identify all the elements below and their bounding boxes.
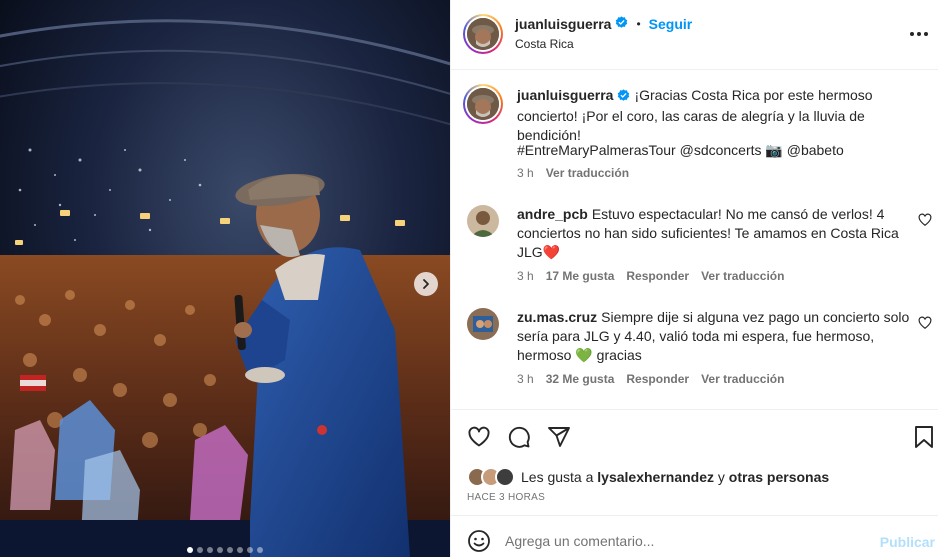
carousel-dot [227, 547, 233, 553]
author-username[interactable]: juanluisguerra [515, 16, 611, 32]
comment-translate-link[interactable]: Ver traducción [701, 269, 784, 283]
comment-reply-button[interactable]: Responder [626, 269, 689, 283]
caption-translate-link[interactable]: Ver traducción [546, 166, 629, 180]
comment-reply-button[interactable]: Responder [626, 372, 689, 386]
comment-likes-count[interactable]: 17 Me gusta [546, 269, 615, 283]
share-button[interactable] [546, 424, 572, 450]
follow-button[interactable]: Seguir [649, 16, 693, 32]
verified-badge-icon [615, 16, 628, 32]
comment-meta: 3 h 32 Me gusta Responder Ver traducción [517, 372, 784, 386]
carousel-dots [0, 547, 450, 553]
header-separator: • [636, 17, 641, 31]
comment-like-heart-icon[interactable] [918, 316, 932, 330]
commenter-avatar[interactable] [467, 205, 499, 237]
carousel-dot [187, 547, 193, 553]
like-button[interactable] [466, 424, 492, 450]
comment-username[interactable]: andre_pcb [517, 206, 588, 222]
likes-others-link[interactable]: otras personas [729, 469, 829, 485]
comment-time[interactable]: 3 h [517, 269, 534, 283]
author-avatar[interactable] [463, 14, 503, 54]
caption-meta: 3 h Ver traducción [517, 166, 629, 180]
carousel-dot [197, 547, 203, 553]
comment-icon [508, 426, 530, 448]
comment-button[interactable] [506, 424, 532, 450]
post-header: juanluisguerra • Seguir Costa Rica [451, 0, 938, 70]
likes-summary: Les gusta a lysalexhernandez y otras per… [467, 467, 829, 487]
comment-translate-link[interactable]: Ver traducción [701, 372, 784, 386]
chevron-right-icon [423, 279, 429, 289]
caption-tags[interactable]: #EntreMaryPalmerasTour @sdconcerts 📷 @ba… [517, 141, 922, 160]
comment-like-heart-icon[interactable] [918, 213, 932, 227]
comment-likes-count[interactable]: 32 Me gusta [546, 372, 615, 386]
commenter-avatar[interactable] [467, 308, 499, 340]
concert-photo [0, 0, 450, 557]
heart-icon [468, 426, 490, 447]
carousel-dot [207, 547, 213, 553]
comment-username[interactable]: zu.mas.cruz [517, 309, 597, 325]
carousel-dot [237, 547, 243, 553]
emoji-icon[interactable] [467, 529, 491, 553]
action-bar: Les gusta a lysalexhernandez y otras per… [451, 409, 938, 515]
post-location[interactable]: Costa Rica [515, 37, 574, 51]
verified-badge-icon [617, 88, 630, 107]
share-icon [548, 427, 570, 447]
bookmark-icon [915, 426, 933, 448]
post-time-ago[interactable]: HACE 3 HORAS [467, 492, 545, 503]
carousel-dot [247, 547, 253, 553]
comment-input[interactable] [505, 526, 865, 556]
save-button[interactable] [911, 424, 937, 450]
carousel-dot [217, 547, 223, 553]
caption-username[interactable]: juanluisguerra [517, 87, 613, 103]
publish-button[interactable]: Publicar [880, 534, 935, 550]
likes-user-link[interactable]: lysalexhernandez [597, 469, 714, 485]
caption-avatar[interactable] [463, 84, 503, 124]
comment-meta: 3 h 17 Me gusta Responder Ver traducción [517, 269, 784, 283]
liker-avatars[interactable] [467, 467, 515, 487]
caption-time[interactable]: 3 h [517, 166, 534, 180]
more-options-button[interactable] [907, 22, 931, 46]
post-details-panel: juanluisguerra • Seguir Costa Rica juanl… [450, 0, 938, 557]
post-photo[interactable] [0, 0, 450, 557]
more-horizontal-icon [910, 32, 928, 36]
carousel-next-button[interactable] [414, 272, 438, 296]
add-comment-bar: Publicar [451, 515, 938, 557]
comment-time[interactable]: 3 h [517, 372, 534, 386]
likes-and: y [717, 469, 725, 485]
comments-section[interactable]: juanluisguerra ¡Gracias Costa Rica por es… [451, 71, 938, 409]
carousel-dot [257, 547, 263, 553]
likes-prefix: Les gusta a [521, 469, 594, 485]
